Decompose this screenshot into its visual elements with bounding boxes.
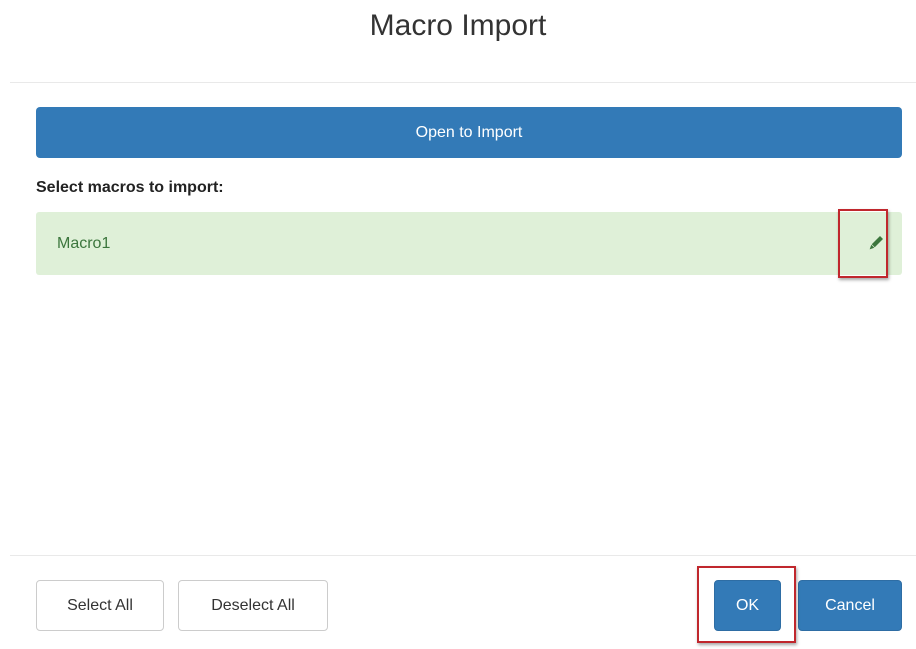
select-macros-label: Select macros to import: — [36, 179, 224, 196]
macro-list-item[interactable]: Macro1 — [36, 212, 902, 275]
open-to-import-button[interactable]: Open to Import — [36, 107, 902, 158]
header-divider — [10, 82, 916, 83]
macro-import-dialog: Macro Import Open to Import Select macro… — [0, 0, 916, 649]
dialog-title: Macro Import — [369, 9, 547, 42]
cancel-button[interactable]: Cancel — [798, 580, 902, 631]
footer-divider — [10, 555, 916, 556]
macro-name: Macro1 — [57, 235, 111, 252]
edit-macro-button[interactable] — [848, 212, 902, 275]
macro-list: Macro1 — [36, 212, 902, 275]
select-all-button[interactable]: Select All — [36, 580, 164, 631]
ok-button[interactable]: OK — [714, 580, 781, 631]
deselect-all-button[interactable]: Deselect All — [178, 580, 328, 631]
pencil-icon — [869, 235, 883, 250]
